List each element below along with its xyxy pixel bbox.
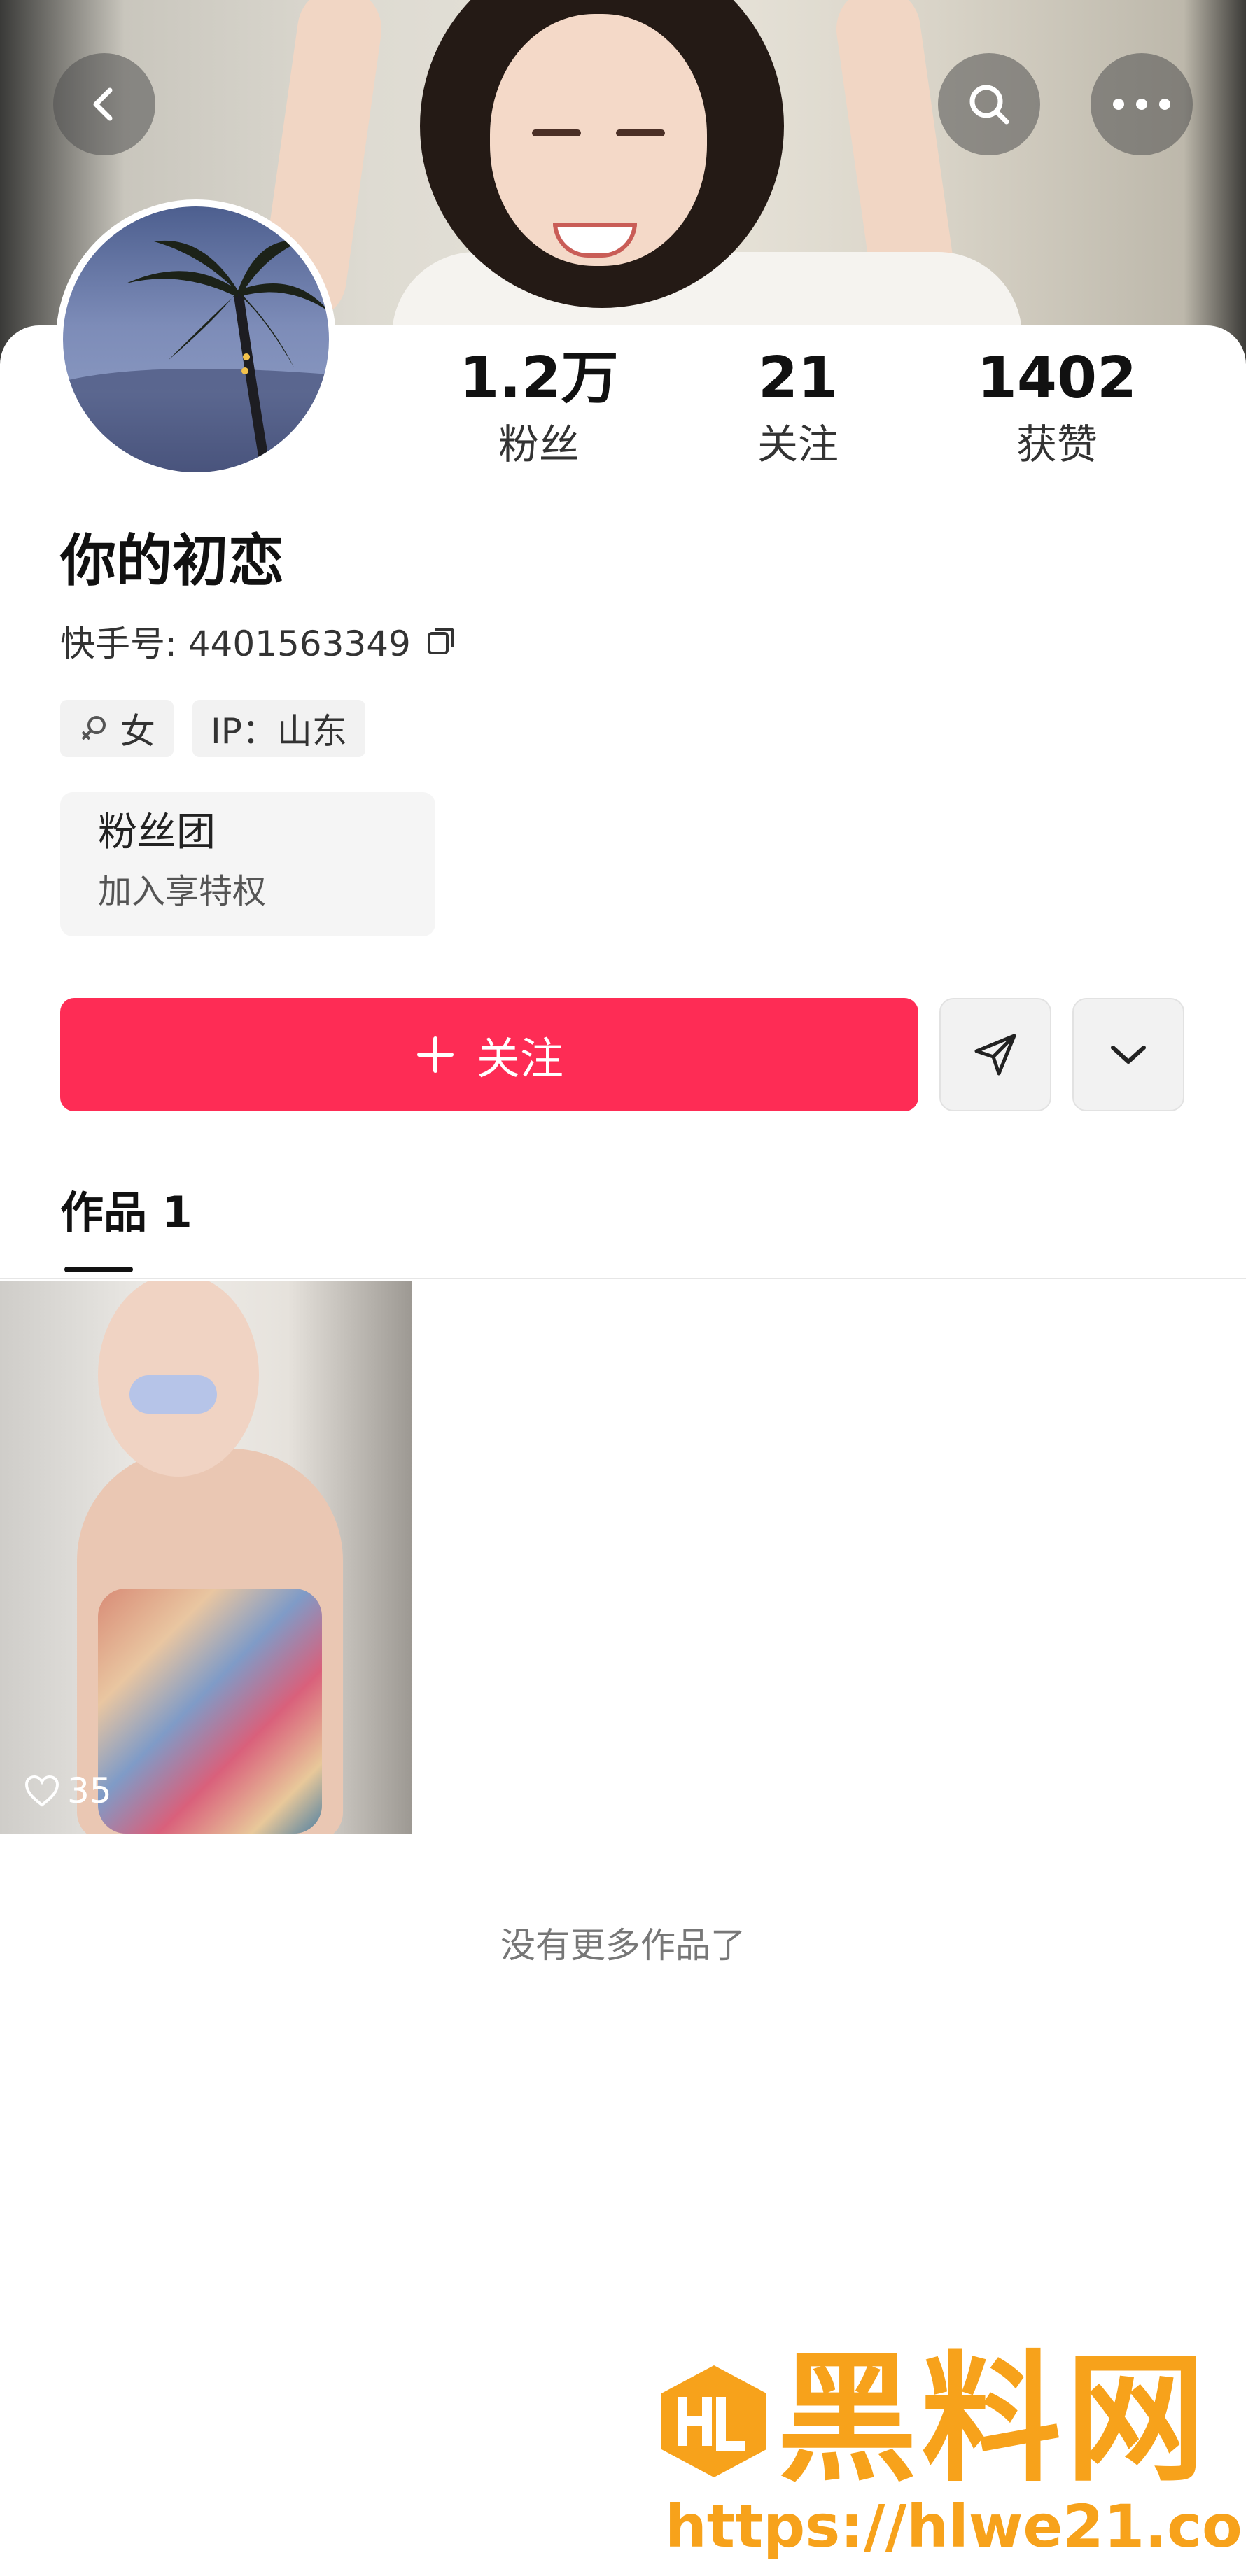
- profile-name: 你的初恋: [60, 528, 284, 593]
- stat-following[interactable]: 21 关注: [693, 350, 903, 465]
- share-icon: [974, 1034, 1016, 1076]
- stat-likes[interactable]: 1402 获赞: [952, 350, 1162, 465]
- plus-icon: [416, 1036, 454, 1073]
- likes-count: 1402: [976, 345, 1138, 411]
- following-label: 关注: [757, 421, 839, 468]
- fan-club-subtitle: 加入享特权: [98, 872, 267, 911]
- stat-followers[interactable]: 1.2万 粉丝: [434, 350, 644, 465]
- blur-mask: [130, 1375, 217, 1414]
- gender-text: 女: [120, 711, 155, 752]
- search-button[interactable]: [938, 53, 1040, 155]
- kuaishou-id: 快手号: 4401563349: [60, 624, 411, 664]
- gender-tag: 女: [60, 700, 174, 757]
- work-likes-count: 35: [67, 1771, 112, 1811]
- watermark-logo: [662, 2365, 766, 2477]
- more-options-button[interactable]: [1072, 998, 1184, 1111]
- back-icon: [93, 87, 113, 121]
- fan-club-title: 粉丝团: [98, 810, 216, 855]
- palm-tree-image: [63, 240, 329, 472]
- fan-club-card[interactable]: 粉丝团 加入享特权: [60, 792, 435, 936]
- search-icon: [969, 85, 1009, 125]
- share-button[interactable]: [939, 998, 1051, 1111]
- tab-works[interactable]: 作品 1: [60, 1191, 192, 1234]
- more-button[interactable]: [1091, 53, 1193, 155]
- follow-button[interactable]: 关注: [60, 998, 918, 1111]
- heart-icon: [24, 1775, 59, 1807]
- following-count: 21: [757, 345, 839, 411]
- no-more-works: 没有更多作品了: [500, 1925, 746, 1966]
- back-button[interactable]: [53, 53, 155, 155]
- copy-icon[interactable]: [425, 625, 457, 657]
- watermark-url: https://hlwe21.com: [665, 2492, 1246, 2561]
- tab-indicator: [64, 1267, 133, 1272]
- follow-label: 关注: [476, 1033, 564, 1084]
- avatar[interactable]: [56, 199, 336, 479]
- likes-label: 获赞: [1016, 421, 1098, 468]
- work-thumbnail[interactable]: [0, 1281, 412, 1834]
- ip-tag: IP：山东: [192, 700, 365, 757]
- female-icon: [81, 716, 106, 740]
- work-likes: 35: [24, 1771, 112, 1811]
- tab-divider: [0, 1278, 1246, 1279]
- followers-count: 1.2万: [459, 345, 619, 411]
- ip-text: IP：山东: [211, 711, 347, 752]
- more-icon: [1113, 99, 1170, 110]
- chevron-down-icon: [1111, 1046, 1146, 1064]
- kuaishou-id-row: 快手号: 4401563349: [60, 616, 457, 666]
- followers-label: 粉丝: [498, 421, 580, 468]
- watermark-title: 黑料网: [777, 2338, 1210, 2501]
